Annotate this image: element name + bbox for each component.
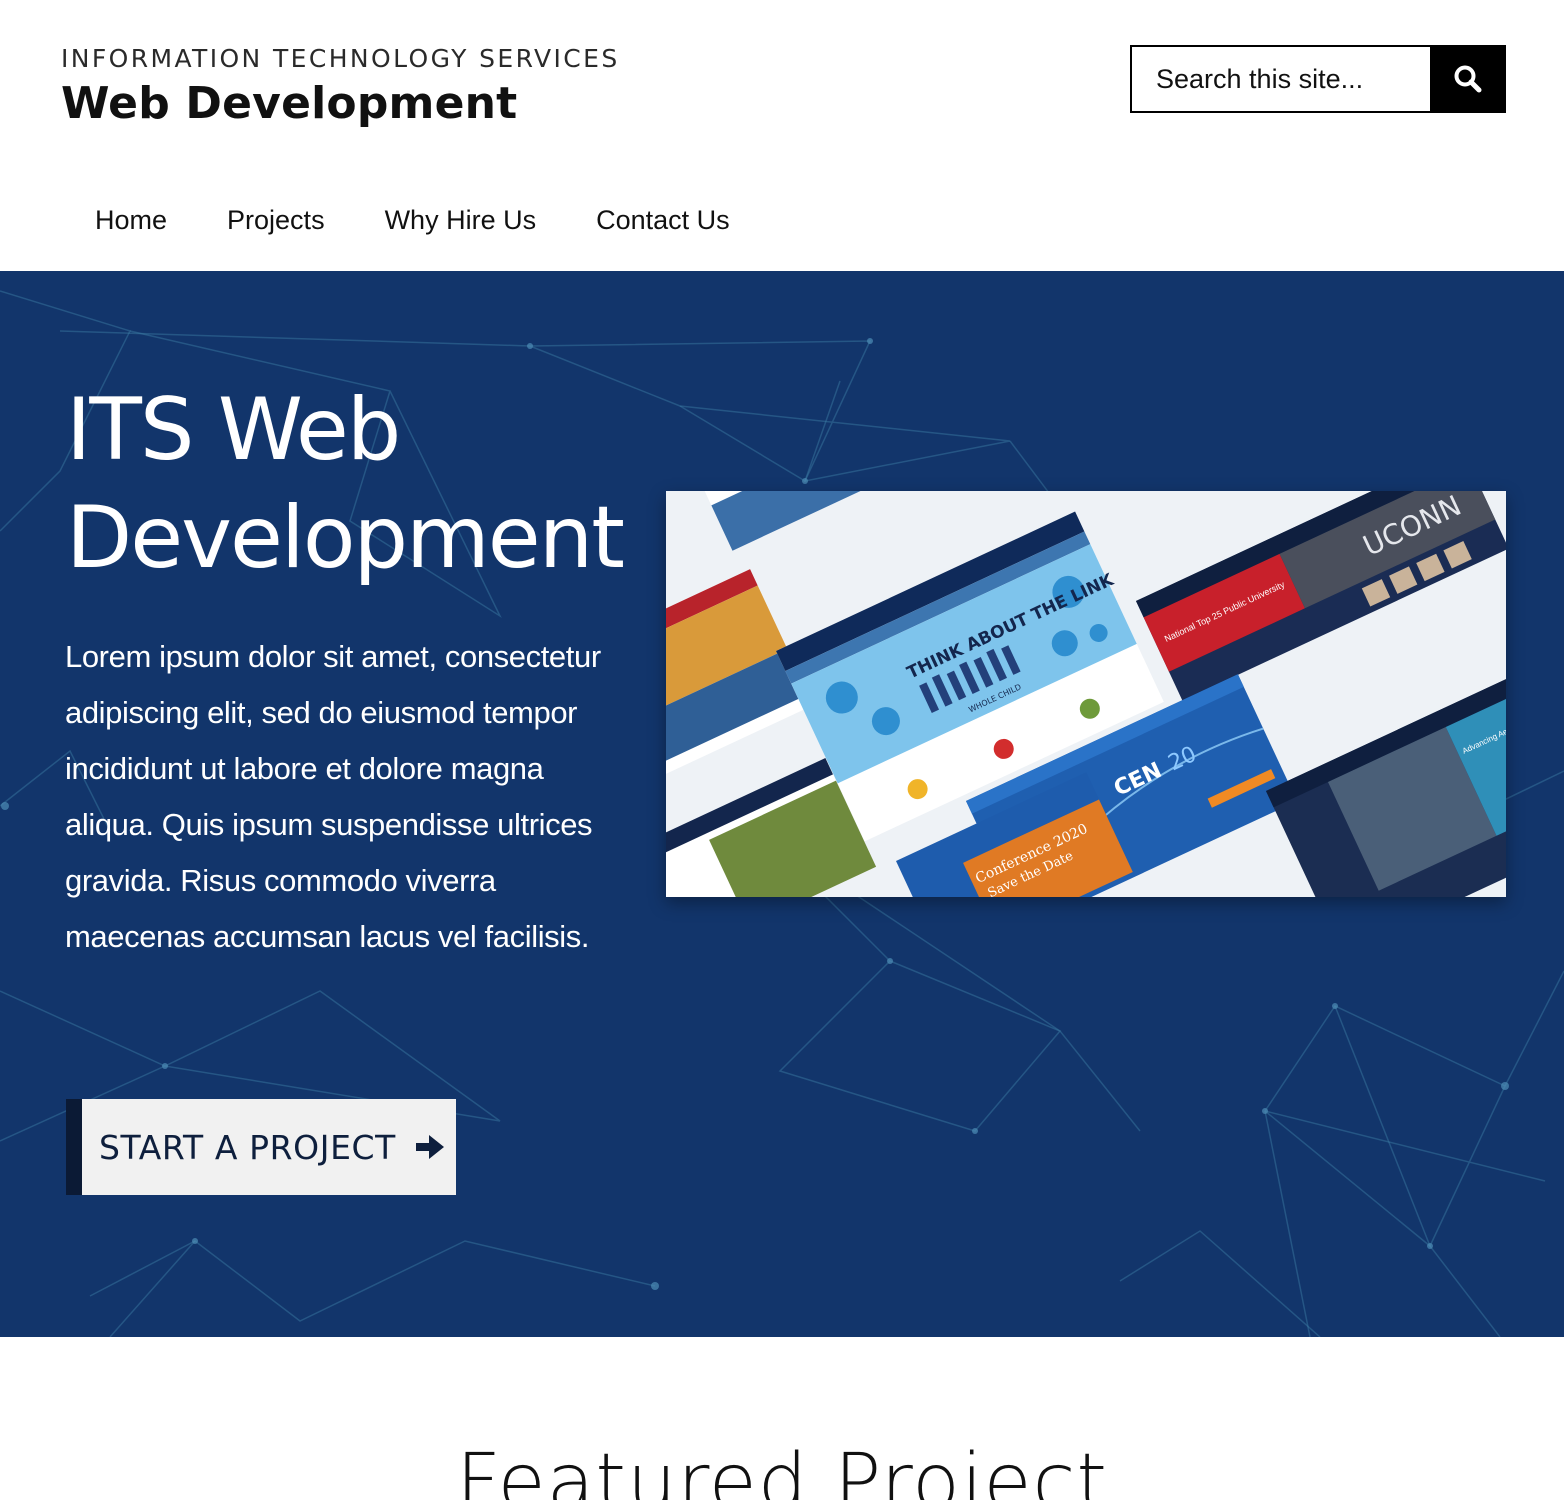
arrow-right-icon [415, 1135, 444, 1159]
hero-section: ITS Web Development Lorem ipsum dolor si… [0, 271, 1564, 1337]
nav-item-why-hire-us[interactable]: Why Hire Us [355, 195, 567, 246]
featured-project-heading: Featured Project [456, 1438, 1108, 1500]
hero-description: Lorem ipsum dolor sit amet, consectetur … [65, 639, 601, 954]
start-project-button[interactable]: START A PROJECT [66, 1099, 456, 1195]
nav-item-home[interactable]: Home [65, 195, 197, 246]
site-header: INFORMATION TECHNOLOGY SERVICES Web Deve… [0, 0, 1564, 271]
main-nav: Home Projects Why Hire Us Contact Us [65, 195, 760, 246]
nav-item-contact-us[interactable]: Contact Us [566, 195, 760, 246]
nav-item-projects[interactable]: Projects [197, 195, 355, 246]
org-name: INFORMATION TECHNOLOGY SERVICES [61, 44, 620, 73]
search-input[interactable] [1130, 45, 1430, 113]
search-button[interactable] [1430, 45, 1506, 113]
site-title-link[interactable]: Web Development [61, 78, 517, 129]
website-collage-image: THINK ABOUT THE LINK WHOLE CHILD Nationa… [666, 491, 1506, 897]
search-form [1130, 45, 1506, 113]
hero-title-line-1: ITS Web [66, 380, 401, 480]
hero-title: ITS Web Development [66, 376, 626, 592]
hero-title-line-2: Development [66, 488, 625, 588]
start-project-label: START A PROJECT [99, 1127, 396, 1167]
search-icon [1454, 65, 1482, 93]
